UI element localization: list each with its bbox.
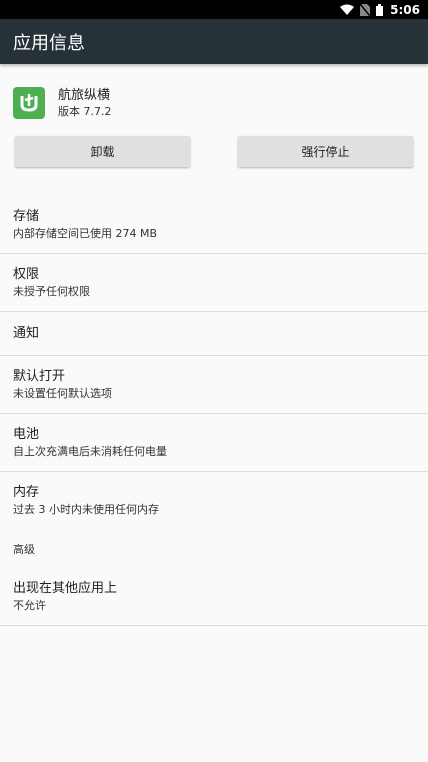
battery-icon [376,3,384,16]
status-bar: 5:06 [0,0,428,19]
list-item-memory: 内存 过去 3 小时内未使用任何内存 [0,472,428,530]
list-item-title: 权限 [13,266,40,282]
section-advanced: 高级 [13,543,35,556]
wifi-icon [340,4,355,15]
list-item-notifications[interactable]: 通知 [0,312,428,356]
list-item-subtitle: 过去 3 小时内未使用任何内存 [13,503,159,516]
list-item-subtitle: 自上次充满电后未消耗任何电量 [13,444,167,458]
list-item-title: 电池 [13,426,40,442]
list-item-title: 出现在其他应用上 [13,580,118,596]
list-item-permissions[interactable]: 权限 未授予任何权限 [0,254,428,312]
list-item-subtitle: 未设置任何默认选项 [13,386,112,400]
list-item-title: 存储 [13,208,40,224]
list-item-draw-over-apps[interactable]: 出现在其他应用上 不允许 [0,568,428,626]
list-item-subtitle: 未授予任何权限 [13,284,90,298]
status-time: 5:06 [390,2,420,17]
list-item-subtitle: 不允许 [13,598,46,612]
app-bar: 应用信息 [0,19,428,64]
app-meta: 航旅纵横 版本 7.7.2 [58,87,112,120]
list-item-title: 通知 [13,325,40,341]
no-sim-icon [360,3,371,16]
settings-list: 存储 内部存储空间已使用 274 MB 权限 未授予任何权限 通知 默认打开 未… [0,196,428,626]
app-logo-icon [13,87,45,119]
list-item-title: 内存 [13,485,40,500]
list-item-storage[interactable]: 存储 内部存储空间已使用 274 MB [0,196,428,254]
app-version: 版本 7.7.2 [58,104,112,118]
action-buttons: 卸载 强行停止 [0,136,428,196]
force-stop-button[interactable]: 强行停止 [238,136,413,167]
list-item-subtitle: 内部存储空间已使用 274 MB [13,226,158,240]
list-item-title: 默认打开 [13,368,66,384]
list-item-battery[interactable]: 电池 自上次充满电后未消耗任何电量 [0,414,428,472]
page-title: 应用信息 [13,32,85,54]
list-item-open-by-default[interactable]: 默认打开 未设置任何默认选项 [0,356,428,414]
uninstall-button[interactable]: 卸载 [15,136,190,167]
app-name: 航旅纵横 [58,87,111,103]
app-header: 航旅纵横 版本 7.7.2 [0,64,428,128]
